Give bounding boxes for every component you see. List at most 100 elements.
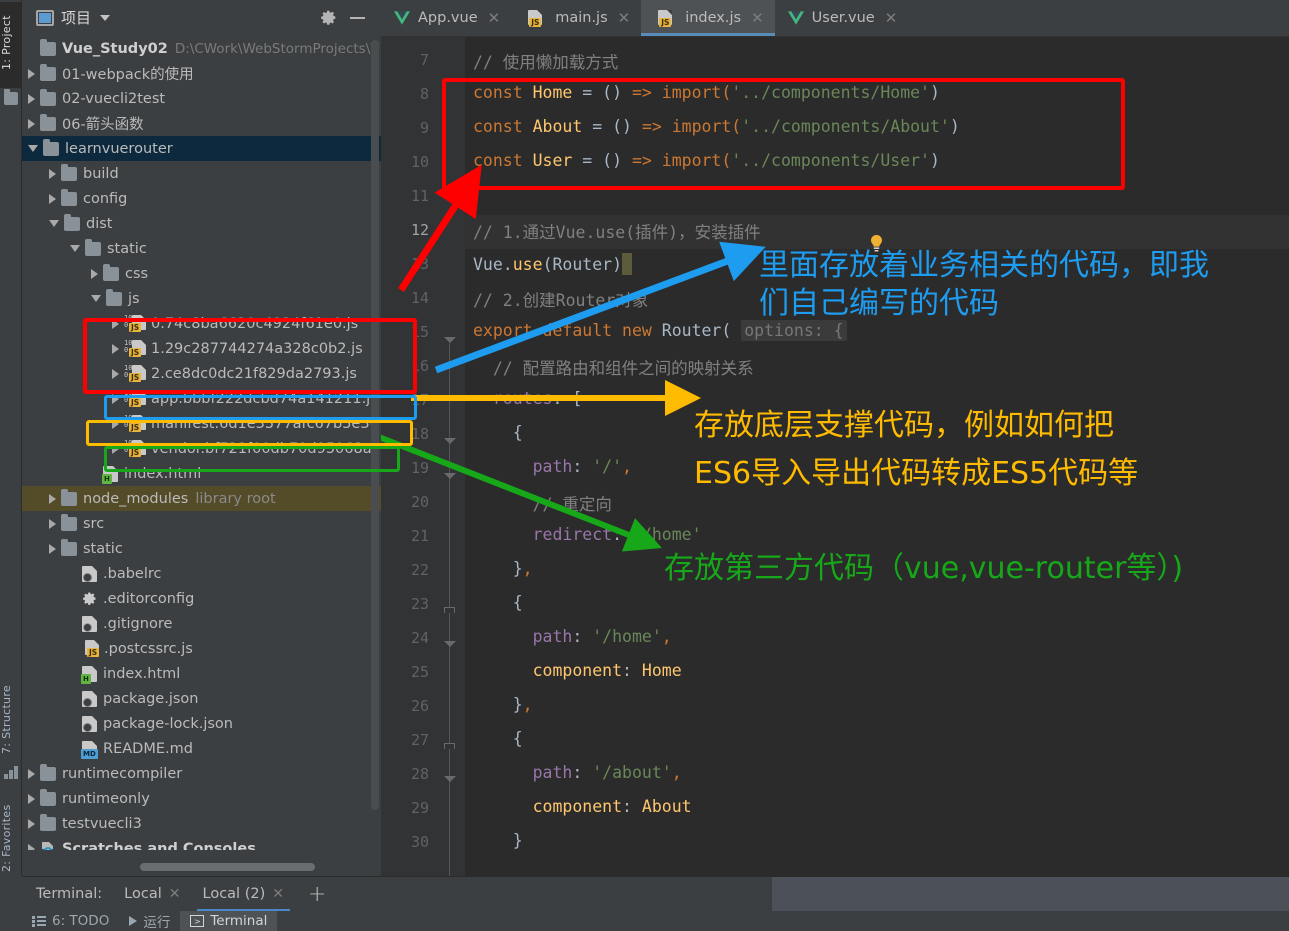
tree-row[interactable]: 101 0 JS manifest.6d1e3577afc67b5e36 — [22, 411, 381, 436]
intention-bulb-icon[interactable] — [869, 235, 883, 253]
code-line[interactable]: export default new Router( options: { — [473, 320, 847, 341]
chevron-right-icon[interactable] — [112, 368, 119, 379]
chevron-down-icon[interactable] — [49, 220, 59, 227]
code-line[interactable]: redirect: '/home' — [473, 525, 702, 544]
tree-row[interactable]: Scratches and Consoles — [22, 836, 381, 850]
chevron-right-icon[interactable] — [112, 393, 119, 404]
code-line[interactable]: }, — [473, 695, 533, 714]
fold-marker-17[interactable] — [444, 438, 456, 444]
fold-marker-15[interactable] — [444, 337, 456, 343]
code-line[interactable]: }, — [473, 559, 533, 578]
code-line[interactable]: // 重定向 — [473, 491, 612, 515]
close-icon[interactable]: ✕ — [618, 10, 631, 26]
tree-row[interactable]: node_modules library root — [22, 486, 381, 511]
chevron-right-icon[interactable] — [49, 543, 56, 554]
code-line[interactable]: component: About — [473, 797, 692, 816]
tree-row[interactable]: package-lock.json — [22, 711, 381, 736]
code-editor[interactable]: 7// 使用懒加载方式 8 const Home = () => import('.… — [381, 37, 1289, 876]
tree-row[interactable]: 101 0 JS 0.74c8ba6620c4924f61e0.js — [22, 311, 381, 336]
code-line[interactable]: path: '/about', — [473, 763, 682, 782]
tree-row[interactable]: Hindex.html — [22, 461, 381, 486]
tree-row[interactable]: 101 0 JS app.bbbf222dcbd74a141211.js — [22, 386, 381, 411]
chevron-right-icon[interactable] — [49, 493, 56, 504]
code-line[interactable]: { — [473, 593, 523, 612]
fold-marker-27[interactable] — [444, 776, 456, 782]
tree-row[interactable]: MD README.md — [22, 736, 381, 761]
terminal-output-area[interactable] — [772, 877, 1289, 911]
close-icon[interactable]: ✕ — [488, 10, 501, 26]
code-line[interactable]: { — [473, 423, 523, 442]
tree-row[interactable]: 02-vuecli2test — [22, 86, 381, 111]
tree-row[interactable]: Hindex.html — [22, 661, 381, 686]
status-bar-item-terminal[interactable]: > Terminal — [180, 911, 278, 931]
tree-row[interactable]: .editorconfig — [22, 586, 381, 611]
chevron-right-icon[interactable] — [112, 418, 119, 429]
tree-row[interactable]: runtimeonly — [22, 786, 381, 811]
tree-row[interactable]: 101 0 JS vendor.bf721f00db70d95068a( — [22, 436, 381, 461]
code-line[interactable]: const User = () => import('../components… — [473, 151, 940, 170]
fold-cap-22[interactable] — [444, 607, 455, 613]
code-line[interactable]: { — [473, 729, 523, 748]
tree-row[interactable]: css — [22, 261, 381, 286]
tree-row[interactable]: Vue_Study02 D:\CWork\WebStormProjects\V — [22, 36, 381, 61]
chevron-right-icon[interactable] — [112, 443, 119, 454]
chevron-right-icon[interactable] — [28, 68, 35, 79]
close-icon[interactable]: ✕ — [885, 10, 898, 26]
tree-row[interactable]: 01-webpack的使用 — [22, 61, 381, 86]
tree-row[interactable]: static — [22, 236, 381, 261]
code-line[interactable]: } — [473, 831, 523, 850]
gear-icon[interactable] — [320, 9, 337, 26]
tree-row[interactable]: build — [22, 161, 381, 186]
chevron-right-icon[interactable] — [28, 118, 35, 129]
tree-row[interactable]: .gitignore — [22, 611, 381, 636]
code-line[interactable]: routes: [ — [473, 389, 582, 408]
code-line[interactable]: component: Home — [473, 661, 682, 680]
tree-row[interactable]: js — [22, 286, 381, 311]
tree-row[interactable]: src — [22, 511, 381, 536]
fold-cap-26[interactable] — [444, 743, 455, 749]
close-icon[interactable]: ✕ — [751, 10, 764, 26]
code-line[interactable]: path: '/', — [473, 457, 632, 476]
editor-tab-index-js[interactable]: JS index.js ✕ — [641, 0, 776, 36]
chevron-right-icon[interactable] — [49, 518, 56, 529]
chevron-right-icon[interactable] — [28, 793, 35, 804]
terminal-tab-local-2[interactable]: Local (2) ✕ — [196, 877, 291, 912]
chevron-right-icon[interactable] — [91, 268, 98, 279]
sidebar-tab-project[interactable]: 1: Project — [0, 2, 22, 88]
tree-row[interactable]: testvuecli3 — [22, 811, 381, 836]
code-line[interactable]: // 配置路由和组件之间的映射关系 — [473, 355, 754, 379]
chevron-right-icon[interactable] — [49, 193, 56, 204]
chevron-right-icon[interactable] — [28, 818, 35, 829]
chevron-right-icon[interactable] — [112, 318, 119, 329]
tree-row[interactable]: package.json — [22, 686, 381, 711]
chevron-right-icon[interactable] — [28, 768, 35, 779]
editor-tab-user-vue[interactable]: User.vue ✕ — [775, 0, 909, 36]
tree-row[interactable]: runtimecompiler — [22, 761, 381, 786]
tree-row[interactable]: 06-箭头函数 — [22, 111, 381, 136]
code-line[interactable]: // 使用懒加载方式 — [473, 49, 618, 73]
editor-tab-app-vue[interactable]: App.vue ✕ — [381, 0, 511, 36]
chevron-down-icon[interactable] — [91, 295, 101, 302]
tree-row[interactable]: 101 0 JS 1.29c287744274a328c0b2.js — [22, 336, 381, 361]
tree-row[interactable]: JS .postcssrc.js — [22, 636, 381, 661]
code-line[interactable]: const Home = () => import('../components… — [473, 83, 940, 102]
project-tree-horizontal-scrollbar[interactable] — [140, 863, 315, 871]
code-line[interactable]: path: '/home', — [473, 627, 672, 646]
sidebar-tab-structure[interactable]: 7: Structure — [0, 676, 22, 764]
project-tree-vertical-scrollbar[interactable] — [371, 40, 379, 810]
fold-marker-18[interactable] — [444, 473, 456, 479]
project-tree[interactable]: Vue_Study02 D:\CWork\WebStormProjects\V 01… — [22, 36, 381, 850]
code-line[interactable]: // 1.通过Vue.use(插件)，安装插件 — [473, 219, 761, 243]
minimize-icon[interactable] — [350, 16, 365, 19]
tree-row[interactable]: learnvuerouter — [22, 136, 381, 161]
chevron-down-icon[interactable] — [28, 145, 38, 152]
add-terminal-button[interactable]: + — [308, 882, 326, 907]
chevron-right-icon[interactable] — [49, 168, 56, 179]
tree-row[interactable]: 101 0 JS 2.ce8dc0dc21f829da2793.js — [22, 361, 381, 386]
sidebar-tab-favorites[interactable]: 2: Favorites — [0, 790, 22, 886]
terminal-tab-local[interactable]: Local ✕ — [124, 877, 180, 912]
chevron-down-icon[interactable] — [100, 14, 111, 21]
code-line[interactable]: // 2.创建Router对象 — [473, 287, 648, 311]
status-bar-item-todo[interactable]: 6: TODO — [22, 911, 119, 931]
status-bar-item-run[interactable]: 运行 — [119, 911, 180, 931]
